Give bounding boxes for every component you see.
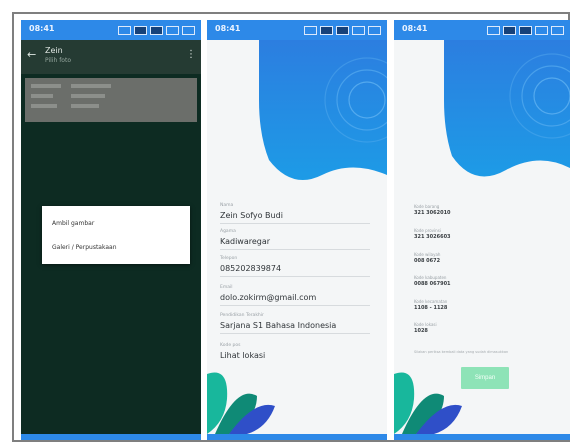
status-icons: [304, 25, 381, 35]
field-value: Kadiwaregar: [220, 237, 271, 246]
status-time: 08:41: [215, 24, 241, 33]
field-value: Zein Sofyo Budi: [220, 211, 283, 220]
photo-source-dialog: Ambil gambar Galeri / Perpustakaan: [42, 206, 190, 264]
summary-key: Kode barang: [414, 204, 440, 209]
back-arrow-icon[interactable]: ←: [27, 49, 37, 61]
summary-value: 321 3026603: [414, 234, 451, 240]
summary-key: Kode wilayah: [414, 252, 441, 257]
field-email[interactable]: Email dolo.zokirm@gmail.com: [220, 285, 370, 306]
phone-screen-photo-picker: 08:41 ← Zein Pilih foto ⋮ Ambil gambar G…: [21, 20, 201, 440]
summary-item: Kode wilayah 008 0672: [414, 252, 440, 264]
status-icons: [118, 25, 195, 35]
app-subtitle: Pilih foto: [45, 57, 72, 64]
dialog-option-gallery[interactable]: Galeri / Perpustakaan: [52, 244, 117, 251]
summary-value: 1108 - 1128: [414, 305, 448, 311]
field-label: Agama: [220, 229, 236, 234]
field-phone[interactable]: Telepon 085202839874: [220, 256, 370, 277]
battery-icon: [150, 25, 163, 35]
field-name[interactable]: Nama Zein Sofyo Budi: [220, 203, 370, 224]
summary-key: Kode provinsi: [414, 228, 441, 233]
field-education[interactable]: Pendidikan Terakhir Sarjana S1 Bahasa In…: [220, 313, 370, 334]
status-bar: 08:41: [394, 20, 570, 40]
nav-bar: [21, 434, 201, 440]
phone-screen-profile: 08:41 Nama Zein Sofyo Budi Agama Kadiwar…: [207, 20, 387, 440]
notification-icon: [166, 25, 179, 35]
summary-key: Kode lokasi: [414, 322, 437, 327]
field-label: Telepon: [220, 256, 238, 261]
alarm-icon: [368, 25, 381, 35]
header-wave-graphic: [444, 40, 570, 177]
summary-value: 1028: [414, 328, 428, 334]
signal-icon: [118, 25, 131, 35]
nav-bar: [207, 434, 387, 440]
leaf-decoration: [207, 372, 275, 434]
notification-icon: [352, 25, 365, 35]
app-bar: ← Zein Pilih foto ⋮: [21, 40, 201, 74]
summary-value: 321 3062010: [414, 210, 451, 216]
status-icons: [487, 25, 564, 35]
field-value: Sarjana S1 Bahasa Indonesia: [220, 321, 337, 330]
battery-icon: [336, 25, 349, 35]
summary-key: Kode kabupaten: [414, 275, 447, 280]
field-religion[interactable]: Agama Kadiwaregar: [220, 229, 370, 250]
status-time: 08:41: [29, 24, 55, 33]
summary-value: 008 0672: [414, 258, 441, 264]
header-wave-graphic: [259, 40, 387, 180]
summary-value: 0088 067901: [414, 281, 451, 287]
wifi-icon: [134, 25, 147, 35]
leaf-decoration: [394, 372, 462, 434]
summary-item: Kode kecamatan 1108 - 1128: [414, 299, 447, 311]
summary-item: Kode provinsi 321 3026603: [414, 228, 451, 240]
field-label: Nama: [220, 203, 234, 208]
field-value: 085202839874: [220, 264, 282, 273]
battery-icon: [519, 25, 532, 35]
status-time: 08:41: [402, 24, 428, 33]
signal-icon: [304, 25, 317, 35]
summary-key: Kode kecamatan: [414, 299, 448, 304]
status-bar: 08:41: [21, 20, 201, 40]
summary-item: Kode barang 321 3062010: [414, 204, 451, 216]
app-title: Zein: [45, 46, 63, 55]
field-label: Email: [220, 285, 233, 290]
alarm-icon: [182, 25, 195, 35]
summary-item: Kode kabupaten 0088 067901: [414, 275, 451, 287]
phone-screen-summary: 08:41 Kode barang 321 3062010 Kode provi…: [394, 20, 570, 440]
wifi-icon: [320, 25, 333, 35]
nav-bar: [394, 434, 570, 440]
field-value: dolo.zokirm@gmail.com: [220, 293, 317, 302]
signal-icon: [487, 25, 500, 35]
more-vert-icon[interactable]: ⋮: [186, 49, 196, 60]
status-bar: 08:41: [207, 20, 387, 40]
notification-icon: [535, 25, 548, 35]
field-label: Pendidikan Terakhir: [220, 313, 264, 318]
wifi-icon: [503, 25, 516, 35]
summary-item: Kode lokasi 1028: [414, 322, 437, 334]
dialog-option-camera[interactable]: Ambil gambar: [52, 220, 94, 227]
info-panel: [25, 78, 197, 122]
alarm-icon: [551, 25, 564, 35]
